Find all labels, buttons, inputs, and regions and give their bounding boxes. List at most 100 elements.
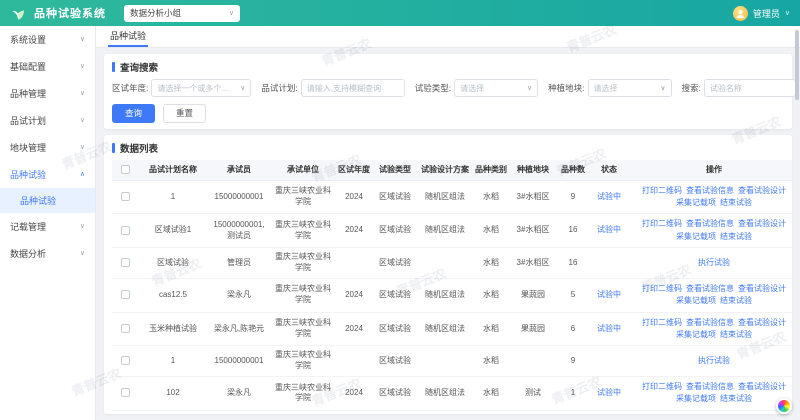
action-link[interactable]: 采集记载项 [676, 329, 716, 341]
row-checkbox[interactable] [121, 290, 130, 299]
cell-type: 区域试验 [372, 346, 418, 377]
action-link[interactable]: 查看试验信息 [686, 381, 734, 393]
sidebar-item-0[interactable]: 系统设置∨ [0, 26, 95, 53]
sidebar-subitem-品种试验[interactable]: 品种试验 [0, 188, 95, 213]
cell-name: 玉米种植试验 [138, 312, 208, 346]
action-link[interactable]: 结束试验 [720, 295, 752, 307]
cell-name: 区域试验1 [138, 214, 208, 248]
action-link[interactable]: 查看试验信息 [686, 185, 734, 197]
cell-year: 2024 [336, 180, 372, 214]
action-link[interactable]: 结束试验 [720, 329, 752, 341]
cell-plot: 果蔬园 [510, 278, 556, 312]
select-all-checkbox[interactable] [121, 165, 130, 174]
action-link[interactable]: 查看试验信息 [686, 218, 734, 230]
row-checkbox[interactable] [121, 192, 130, 201]
action-link[interactable]: 查看试验设计 [738, 317, 786, 329]
cell-tester: 管理员 [208, 248, 270, 279]
action-link[interactable]: 查看试验设计 [738, 185, 786, 197]
filter-input-4[interactable]: 试验名称 [704, 79, 796, 97]
sidebar-item-label: 地块管理 [10, 141, 46, 154]
cell-actions: 打印二维码查看试验信息查看试验设计采集记载项结束试验 [628, 410, 792, 414]
action-link[interactable]: 打印二维码 [642, 283, 682, 295]
workspace-select-value: 数据分析小组 [130, 7, 181, 19]
filter-select-3[interactable]: 请选择∨ [588, 79, 672, 97]
cell-category: 水稻 [472, 248, 510, 279]
action-link[interactable]: 结束试验 [720, 393, 752, 405]
column-header: 状态 [590, 160, 628, 180]
cell-count: 16 [556, 214, 590, 248]
action-link[interactable]: 采集记载项 [676, 231, 716, 243]
query-button[interactable]: 查询 [112, 104, 155, 123]
cell-type: 区域试验 [372, 180, 418, 214]
filter-label: 搜索: [682, 82, 701, 94]
page-scrollbar[interactable] [795, 30, 799, 100]
chevron-down-icon: ∨ [785, 10, 790, 17]
action-link[interactable]: 查看试验信息 [686, 283, 734, 295]
action-link[interactable]: 结束试验 [720, 197, 752, 209]
sidebar-item-4[interactable]: 地块管理 ∨ [0, 134, 95, 161]
row-checkbox[interactable] [121, 226, 130, 235]
cell-design: 随机区组法 [418, 376, 472, 410]
row-checkbox-cell [112, 410, 138, 414]
cell-name: 1 [138, 180, 208, 214]
table-header-row: 品试计划名称承试员承试单位区试年度试验类型试验设计方案品种类别种植地块品种数状态… [112, 160, 792, 180]
chevron-down-icon: ∨ [80, 144, 85, 151]
action-link[interactable]: 执行试验 [698, 257, 730, 269]
placeholder-text: 请输入,支持模糊查询 [307, 83, 381, 94]
chevron-down-icon: ∨ [80, 36, 85, 43]
sidebar-item-label: 数据分析 [10, 247, 46, 260]
action-link[interactable]: 结束试验 [720, 231, 752, 243]
sidebar-item-2[interactable]: 品种管理∨ [0, 80, 95, 107]
sidebar-item-7[interactable]: 数据分析∨ [0, 240, 95, 267]
cell-plot: 测试 [510, 376, 556, 410]
reset-button[interactable]: 重置 [163, 104, 206, 123]
tab-variety-trial[interactable]: 品种试验 [108, 26, 148, 47]
table-row: 102梁永凡重庆三峡农业科学院2024区域试验随机区组法水稻测试1试验中打印二维… [112, 376, 792, 410]
column-header: 品种类别 [472, 160, 510, 180]
row-checkbox-cell [112, 312, 138, 346]
row-checkbox[interactable] [121, 356, 130, 365]
filter-select-2[interactable]: 请选择∨ [454, 79, 538, 97]
row-checkbox[interactable] [121, 258, 130, 267]
cell-type: 区域试验 [372, 214, 418, 248]
cell-count: 4 [556, 410, 590, 414]
workspace-select[interactable]: 数据分析小组 ∨ [124, 5, 240, 22]
filter-select-0[interactable]: 请选择一个或多个年度∨ [151, 79, 251, 97]
filter-input-1[interactable]: 请输入,支持模糊查询 [301, 79, 405, 97]
row-checkbox-cell [112, 248, 138, 279]
sidebar-item-3[interactable]: 品试计划∨ [0, 107, 95, 134]
chevron-down-icon: ∨ [660, 85, 665, 92]
user-menu[interactable]: 管理员 ∨ [733, 6, 790, 21]
action-link[interactable]: 采集记载项 [676, 295, 716, 307]
filter-field-2: 试验类型:请选择∨ [415, 79, 538, 97]
column-header: 品种数 [556, 160, 590, 180]
status-badge: 试验中 [597, 225, 621, 234]
sidebar-item-6[interactable]: 记载管理∨ [0, 213, 95, 240]
action-link[interactable]: 打印二维码 [642, 185, 682, 197]
cell-type: 区域试验 [372, 312, 418, 346]
row-checkbox[interactable] [121, 388, 130, 397]
action-link[interactable]: 执行试验 [698, 355, 730, 367]
cell-design: 随机区组法 [418, 312, 472, 346]
cell-count: 6 [556, 312, 590, 346]
chevron-down-icon: ∨ [527, 85, 532, 92]
action-link[interactable]: 打印二维码 [642, 317, 682, 329]
action-link[interactable]: 打印二维码 [642, 218, 682, 230]
cell-type: 区域试验 [372, 410, 418, 414]
action-link[interactable]: 查看试验设计 [738, 283, 786, 295]
cell-category: 水稻 [472, 312, 510, 346]
column-header: 承试员 [208, 160, 270, 180]
action-link[interactable]: 查看试验设计 [738, 218, 786, 230]
action-link[interactable]: 采集记载项 [676, 197, 716, 209]
cell-org: 重庆三峡农业科学院 [270, 376, 336, 410]
sidebar-item-1[interactable]: 基础配置∨ [0, 53, 95, 80]
floating-action-button[interactable] [776, 398, 792, 414]
action-link[interactable]: 查看试验信息 [686, 317, 734, 329]
filter-label: 区试年度: [112, 82, 148, 94]
cell-category: 水稻 [472, 214, 510, 248]
action-link[interactable]: 采集记载项 [676, 393, 716, 405]
action-link[interactable]: 查看试验设计 [738, 381, 786, 393]
sidebar-item-5[interactable]: 品种试验∧ [0, 161, 95, 188]
row-checkbox[interactable] [121, 324, 130, 333]
action-link[interactable]: 打印二维码 [642, 381, 682, 393]
